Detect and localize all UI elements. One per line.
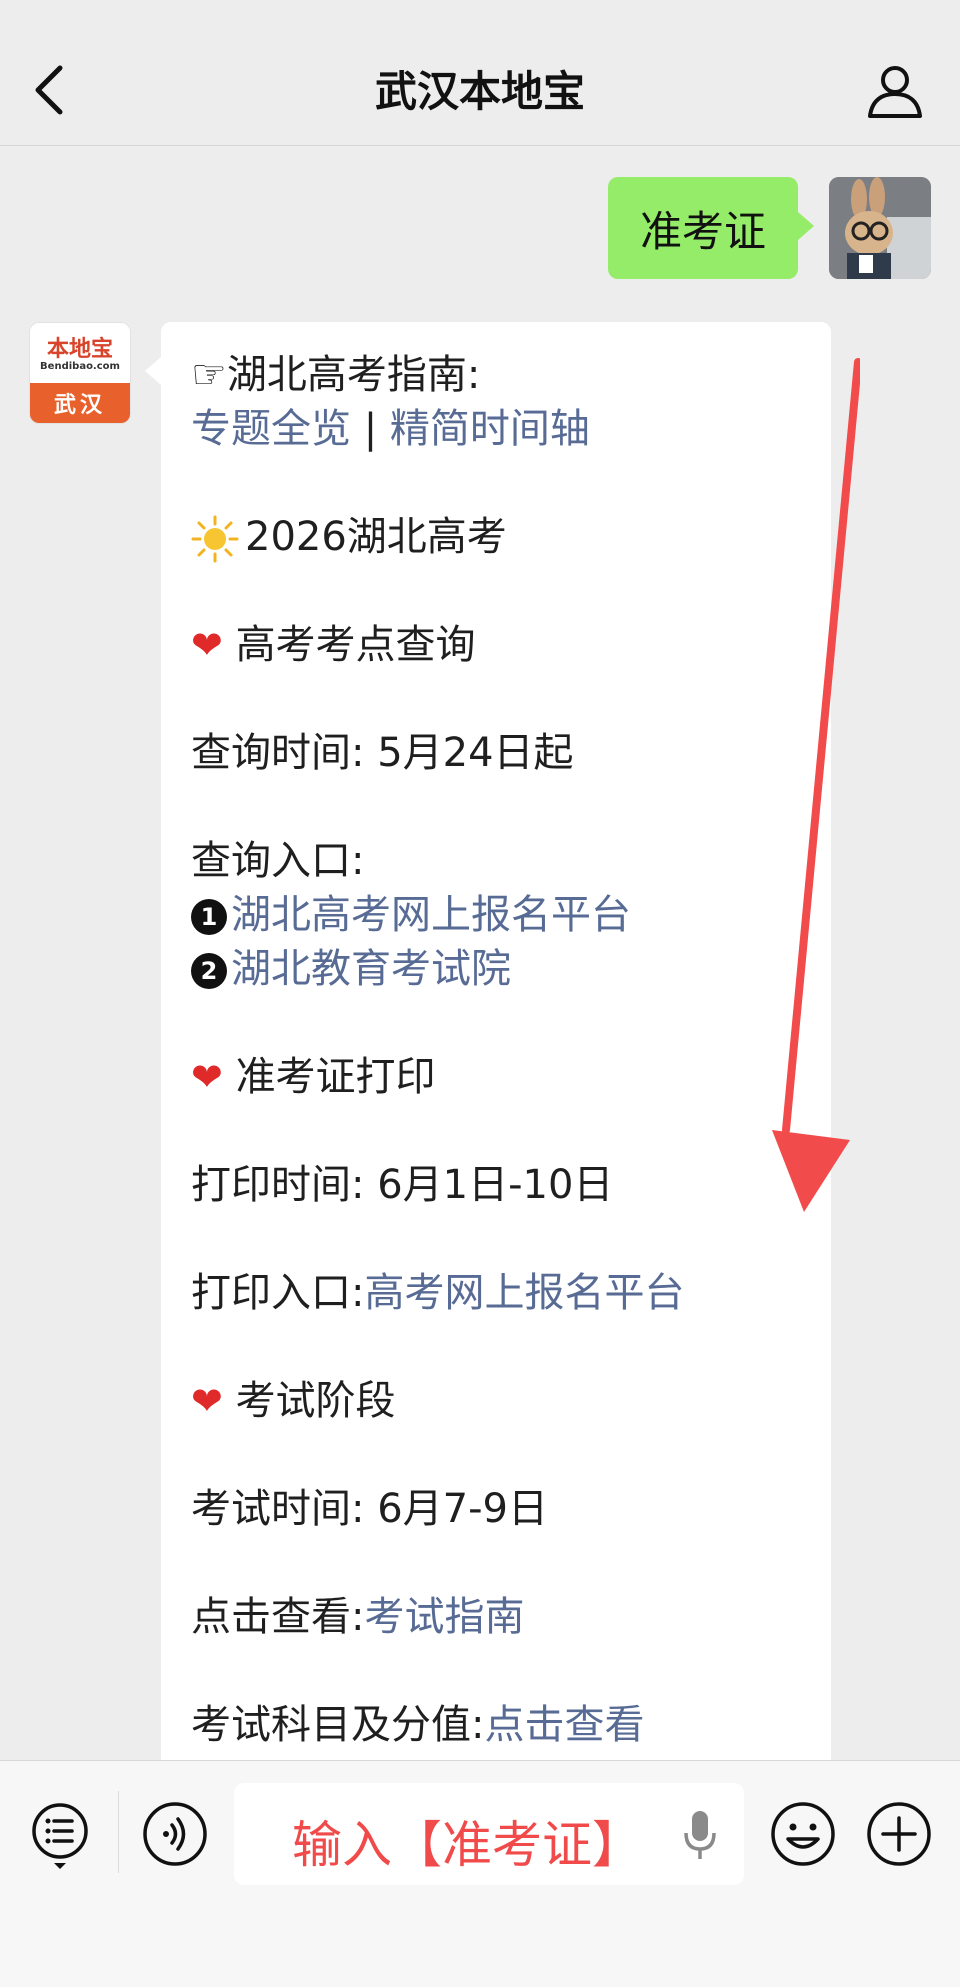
print-entry-row: 打印入口:高考网上报名平台 — [191, 1266, 811, 1320]
exam-guide-link[interactable]: 考试指南 — [364, 1594, 524, 1640]
entry1-row: 1 湖北高考网上报名平台 — [191, 888, 811, 942]
print-time-row: 打印时间: 6月1日-10日 — [191, 1158, 811, 1212]
section-print-title: 准考证打印 — [235, 1054, 436, 1100]
subjects-link[interactable]: 点击查看 — [484, 1702, 644, 1748]
number-one-badge: 1 — [191, 899, 227, 935]
timeline-link[interactable]: 精简时间轴 — [390, 406, 590, 452]
user-message-bubble[interactable]: 准考证 — [608, 177, 814, 279]
exam-time-value: 6月7-9日 — [377, 1486, 548, 1532]
section-exam-row: ❤ 考试阶段 — [191, 1374, 811, 1428]
section-query-title: 高考考点查询 — [235, 622, 476, 668]
city-label: 武汉 — [30, 383, 130, 423]
chat-title: 武汉本地宝 — [374, 67, 585, 116]
query-time-value: 5月24日起 — [377, 730, 574, 776]
profile-icon[interactable] — [866, 62, 924, 120]
view-label: 点击查看: — [191, 1594, 365, 1640]
year-title: 2026湖北高考 — [245, 514, 507, 560]
guide-heading: ☞湖北高考指南: — [191, 352, 481, 398]
print-time-value: 6月1日-10日 — [377, 1162, 614, 1208]
section-exam-title: 考试阶段 — [235, 1378, 396, 1424]
reply-message-content: ☞湖北高考指南: 专题全览 | 精简时间轴 2026湖北高考 ❤ 高考考点查询 … — [191, 348, 811, 1752]
user-avatar[interactable] — [829, 177, 931, 279]
subjects-label: 考试科目及分值: — [191, 1702, 485, 1748]
input-hint-text: 输入【准考证】 — [292, 1816, 642, 1874]
entry1-link[interactable]: 湖北高考网上报名平台 — [231, 892, 631, 938]
message-input[interactable]: 输入【准考证】 — [234, 1783, 744, 1885]
entry2-link[interactable]: 湖北教育考试院 — [231, 946, 511, 992]
bendibao-logo-subtext: Bendibao.com — [40, 361, 120, 372]
guide-links-row: 专题全览 | 精简时间轴 — [191, 402, 811, 456]
year-title-row: 2026湖北高考 — [191, 510, 811, 564]
microphone-icon[interactable] — [682, 1809, 718, 1861]
heart-icon: ❤ — [191, 1379, 223, 1423]
heart-icon: ❤ — [191, 1055, 223, 1099]
rabbit-avatar-image — [829, 177, 931, 279]
section-print-row: ❤ 准考证打印 — [191, 1050, 811, 1104]
entry2-row: 2 湖北教育考试院 — [191, 942, 811, 996]
voice-toggle-icon[interactable] — [142, 1801, 208, 1867]
menu-list-icon[interactable] — [30, 1801, 90, 1871]
link-separator: | — [351, 406, 390, 452]
query-time-label: 查询时间: — [191, 730, 365, 776]
print-entry-link[interactable]: 高考网上报名平台 — [364, 1270, 684, 1316]
top-navigation-bar: 武汉本地宝 — [0, 0, 960, 146]
query-entry-label: 查询入口: — [191, 838, 365, 884]
query-time-row: 查询时间: 5月24日起 — [191, 726, 811, 780]
print-entry-label: 打印入口: — [191, 1270, 365, 1316]
official-account-avatar[interactable]: 本地宝 Bendibao.com 武汉 — [29, 322, 131, 424]
bottom-input-bar: 输入【准考证】 — [0, 1760, 960, 1987]
plus-icon[interactable] — [866, 1801, 932, 1867]
view-guide-row: 点击查看:考试指南 — [191, 1590, 811, 1644]
bar-divider — [118, 1791, 119, 1873]
bendibao-logo-text: 本地宝 — [46, 337, 113, 362]
number-two-badge: 2 — [191, 953, 227, 989]
subjects-row: 考试科目及分值:点击查看 — [191, 1698, 811, 1752]
emoji-icon[interactable] — [770, 1801, 836, 1867]
exam-time-label: 考试时间: — [191, 1486, 365, 1532]
print-time-label: 打印时间: — [191, 1162, 365, 1208]
reply-message-bubble: ☞湖北高考指南: 专题全览 | 精简时间轴 2026湖北高考 ❤ 高考考点查询 … — [145, 322, 831, 1802]
section-query-row: ❤ 高考考点查询 — [191, 618, 811, 672]
heart-icon: ❤ — [191, 623, 223, 667]
exam-time-row: 考试时间: 6月7-9日 — [191, 1482, 811, 1536]
overview-link[interactable]: 专题全览 — [191, 406, 351, 452]
sun-icon — [191, 515, 239, 563]
